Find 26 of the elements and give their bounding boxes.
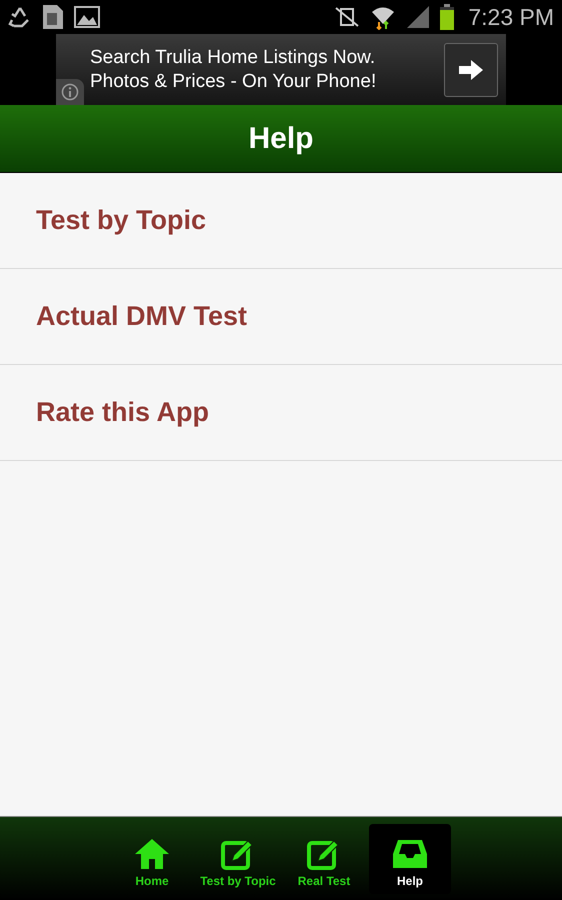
- menu-item-label: Rate this App: [36, 397, 210, 428]
- nav-tab[interactable]: Help: [369, 824, 451, 894]
- menu-item[interactable]: Test by Topic: [0, 173, 562, 269]
- inbox-icon: [392, 838, 428, 870]
- sim-card-icon: [42, 4, 64, 30]
- menu-item-label: Test by Topic: [36, 205, 206, 236]
- nav-tab[interactable]: Home: [111, 824, 193, 894]
- ad-banner[interactable]: Search Trulia Home Listings Now. Photos & Prices - On Your Phone!: [56, 34, 506, 105]
- recycle-icon: [8, 6, 32, 28]
- menu-item[interactable]: Actual DMV Test: [0, 269, 562, 365]
- vibrate-mute-icon: [334, 6, 360, 28]
- nav-tab[interactable]: Test by Topic: [197, 824, 279, 894]
- menu-item-label: Actual DMV Test: [36, 301, 248, 332]
- ad-text: Photos & Prices - On Your Phone!: [90, 70, 378, 94]
- image-icon: [74, 6, 100, 28]
- info-icon[interactable]: [56, 79, 84, 105]
- battery-icon: [440, 4, 454, 30]
- ad-text: Search Trulia Home Listings Now.: [90, 46, 376, 70]
- home-icon: [134, 838, 170, 870]
- nav-tab[interactable]: Real Test: [283, 824, 365, 894]
- ad-arrow-button[interactable]: [444, 42, 498, 96]
- clock-time: 7:23 PM: [468, 4, 554, 30]
- menu-item[interactable]: Rate this App: [0, 365, 562, 461]
- page-title: Help: [248, 122, 314, 156]
- arrow-icon: [458, 58, 484, 80]
- signal-icon: [406, 5, 430, 29]
